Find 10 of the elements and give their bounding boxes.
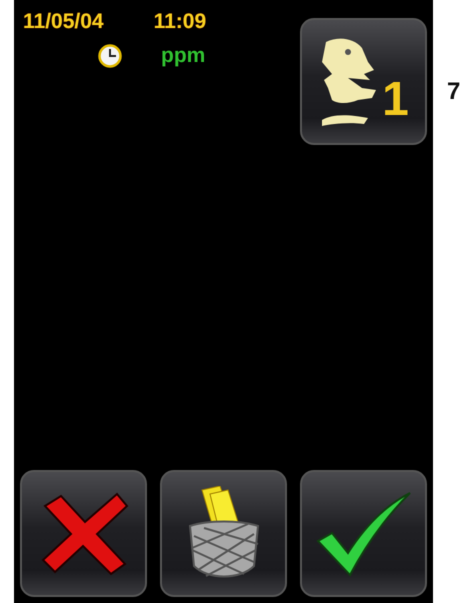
unit-text: ppm <box>161 44 206 68</box>
clock-icon <box>97 44 123 68</box>
time-text: 11:09 <box>154 10 206 34</box>
side-label: 7 <box>447 78 460 106</box>
date-text: 11/05/04 <box>23 10 104 34</box>
speaker-button[interactable]: 1 <box>300 18 427 145</box>
confirm-button[interactable] <box>300 470 427 597</box>
checkmark-icon <box>316 490 412 576</box>
cancel-button[interactable] <box>20 470 147 597</box>
basket-button[interactable] <box>160 470 287 597</box>
